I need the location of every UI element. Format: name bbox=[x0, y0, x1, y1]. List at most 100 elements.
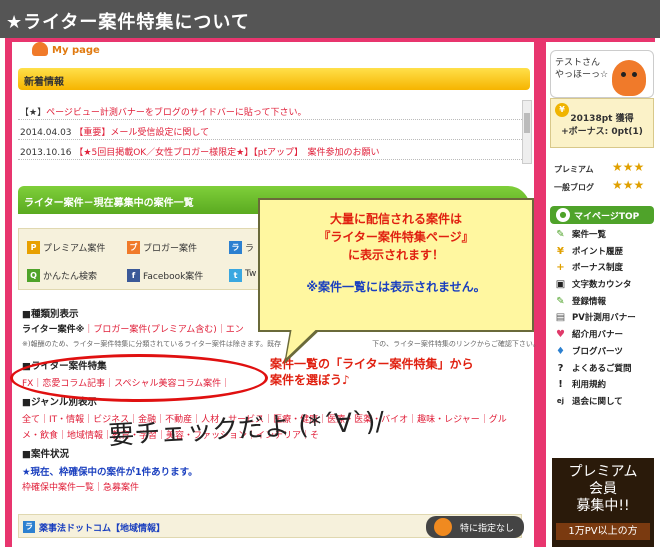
blogger-case-button[interactable]: ブブロガー案件 bbox=[127, 241, 197, 257]
type-links: ライター案件※｜ブロガー案件(プレミアム含む)｜エン bbox=[22, 322, 244, 335]
menu-label: 退会に関して bbox=[572, 396, 623, 407]
rank-premium: プレミアム bbox=[554, 165, 594, 174]
facebook-icon: f bbox=[127, 269, 140, 282]
question-icon: ? bbox=[557, 362, 564, 374]
twitter-icon: t bbox=[229, 269, 242, 282]
exclamation-icon: ! bbox=[558, 379, 563, 391]
menu-label: 登録情報 bbox=[572, 296, 607, 307]
menu-label: よくあるご質問 bbox=[572, 363, 632, 374]
news-link[interactable]: 【重要】メール受信設定に関して bbox=[74, 128, 209, 138]
button-label: Tw bbox=[245, 269, 257, 279]
button-label: Facebook案件 bbox=[143, 272, 204, 282]
button-label: ラ bbox=[245, 244, 255, 254]
promo-line: プレミアム bbox=[568, 464, 638, 480]
sidebar-item-pv-banner[interactable]: ▤ PV計測用バナー bbox=[550, 311, 654, 328]
coin-icon: ¥ bbox=[555, 103, 569, 117]
news-link[interactable]: ページビュー計測バナーをブログのサイドバーに貼って下さい。 bbox=[46, 108, 306, 118]
menu-label: 文字数カウンタ bbox=[572, 280, 632, 291]
heart-icon: ♥ bbox=[556, 329, 565, 341]
cat-mascot-icon bbox=[612, 60, 646, 96]
promo-line: 募集中!! bbox=[576, 498, 630, 514]
button-label: ブロガー案件 bbox=[143, 244, 198, 254]
easy-search-button[interactable]: Q かんたん検索 bbox=[27, 269, 97, 285]
premium-promo-banner[interactable]: プレミアム 会員 募集中!! 1万PV以上の方 bbox=[552, 458, 654, 547]
menu-label: ボーナス制度 bbox=[572, 263, 624, 274]
menu-label: PV計測用バナー bbox=[572, 313, 636, 324]
menu-label: ポイント履歴 bbox=[572, 246, 624, 257]
exit-icon: ej bbox=[556, 396, 565, 405]
news-date: 【★】 bbox=[20, 108, 47, 118]
type-link-list[interactable]: ｜ブロガー案件(プレミアム含む)｜エン bbox=[84, 325, 243, 335]
plus-icon: + bbox=[556, 262, 565, 274]
news-list: 【★】ページビュー計測バナーをブログのサイドバーに貼って下さい。 2014.04… bbox=[18, 100, 522, 160]
menu-label: ブログパーツ bbox=[572, 346, 623, 357]
writer-icon: ラ bbox=[229, 241, 242, 254]
sidebar-item-blog-parts[interactable]: ♦ ブログパーツ bbox=[550, 345, 654, 362]
news-date: 2014.04.03 bbox=[20, 128, 72, 138]
bonus-value: +ボーナス: 0pt(1) bbox=[561, 127, 643, 137]
category-box: P プレミアム案件 ブブロガー案件 ララ Q かんたん検索 f Facebook案件 … bbox=[18, 228, 288, 290]
sidebar-item-point-history[interactable]: ¥ ポイント履歴 bbox=[550, 245, 654, 262]
pumpkin-icon bbox=[434, 518, 452, 536]
writer-icon: ラ bbox=[23, 521, 35, 533]
sidebar-item-bonus[interactable]: + ボーナス制度 bbox=[550, 261, 654, 278]
rank-stars: ★★★ bbox=[612, 160, 645, 174]
writer-case-button[interactable]: ララ bbox=[229, 241, 254, 257]
user-icon: ● bbox=[556, 208, 570, 222]
search-icon: Q bbox=[27, 269, 40, 282]
news-date: 2013.10.16 bbox=[20, 148, 72, 158]
twitter-case-button[interactable]: t Tw bbox=[229, 269, 256, 285]
status-section-title: ■案件状況 bbox=[22, 449, 69, 460]
promo-line: 1万PV以上の方 bbox=[556, 523, 650, 540]
sidebar-item-char-counter[interactable]: ▣ 文字数カウンタ bbox=[550, 278, 654, 295]
mypage-top-link[interactable]: ● マイページTOP bbox=[550, 206, 654, 224]
sidebar-item-registration[interactable]: ✎ 登録情報 bbox=[550, 295, 654, 312]
sidebar-item-terms[interactable]: ! 利用規約 bbox=[550, 378, 654, 395]
sidebar-item-faq[interactable]: ? よくあるご質問 bbox=[550, 362, 654, 379]
button-label: かんたん検索 bbox=[43, 272, 98, 282]
diamond-icon: ♦ bbox=[556, 345, 565, 357]
news-header: 新着情報 bbox=[18, 68, 530, 90]
scroll-thumb[interactable] bbox=[524, 113, 530, 133]
blogger-icon: ブ bbox=[127, 241, 140, 254]
mypage-label: My page bbox=[52, 45, 100, 56]
menu-label: 案件一覧 bbox=[572, 230, 607, 240]
premium-icon: P bbox=[27, 241, 40, 254]
case-title[interactable]: 薬事法ドットコム【地域情報】 bbox=[39, 524, 165, 534]
menu-label: 紹介用バナー bbox=[572, 330, 624, 341]
promo-line: 会員 bbox=[589, 481, 617, 497]
mypage-icon bbox=[32, 42, 48, 56]
news-scrollbar[interactable] bbox=[522, 100, 532, 164]
annotation-line: 案件を選ぼう♪ bbox=[270, 373, 350, 387]
points-box: ¥20138pt 獲得 +ボーナス: 0pt(1) bbox=[550, 98, 654, 148]
status-links[interactable]: 枠確保中案件一覧｜急募案件 bbox=[22, 480, 139, 493]
yen-icon: ¥ bbox=[557, 245, 564, 257]
menu-label: 利用規約 bbox=[572, 380, 607, 391]
news-item[interactable]: 2014.04.03 【重要】メール受信設定に関して bbox=[18, 120, 522, 140]
status-text: ★現在、枠確保中の案件が1件あります。 bbox=[22, 467, 198, 478]
highlight-oval bbox=[10, 354, 268, 402]
callout-line: 大量に配信される案件は bbox=[329, 212, 462, 226]
news-item[interactable]: 2013.10.16 【★5回目掲載OK／女性ブロガー様限定★】【ptアップ】 … bbox=[18, 140, 522, 160]
premium-case-button[interactable]: P プレミアム案件 bbox=[27, 241, 105, 257]
mypage-link[interactable]: My page bbox=[18, 42, 100, 60]
rank-stars: ★★★ bbox=[612, 178, 645, 192]
type-section-title: ■種類別表示 bbox=[22, 309, 79, 320]
writer-case-link[interactable]: ライター案件※ bbox=[22, 325, 84, 335]
pencil-icon: ✎ bbox=[556, 229, 565, 240]
sidebar-menu: ✎ 案件一覧 ¥ ポイント履歴 + ボーナス制度 ▣ 文字数カウンタ ✎ 登録情報 ▤ PV… bbox=[550, 228, 654, 412]
news-item[interactable]: 【★】ページビュー計測バナーをブログのサイドバーに貼って下さい。 bbox=[18, 100, 522, 120]
unspecified-badge: 特に指定なし bbox=[426, 516, 524, 538]
callout-line: 『ライター案件特集ページ』 bbox=[318, 230, 474, 244]
callout-line: に表示されます！ bbox=[347, 248, 444, 262]
sidebar-item-referral-banner[interactable]: ♥ 紹介用バナー bbox=[550, 328, 654, 345]
badge-label: 特に指定なし bbox=[460, 524, 515, 534]
banner-icon: ▤ bbox=[555, 312, 566, 324]
sidebar-item-case-list[interactable]: ✎ 案件一覧 bbox=[550, 228, 654, 245]
eye-icon bbox=[621, 72, 626, 77]
sidebar-item-withdraw[interactable]: ej 退会に関して bbox=[550, 395, 654, 412]
facebook-case-button[interactable]: f Facebook案件 bbox=[127, 269, 203, 285]
speech-callout: 大量に配信される案件は 『ライター案件特集ページ』 に表示されます！ ※案件一覧… bbox=[258, 198, 534, 332]
button-label: プレミアム案件 bbox=[43, 244, 106, 254]
news-link[interactable]: 【★5回目掲載OK／女性ブロガー様限定★】【ptアップ】 案件参加のお願い bbox=[74, 148, 379, 158]
